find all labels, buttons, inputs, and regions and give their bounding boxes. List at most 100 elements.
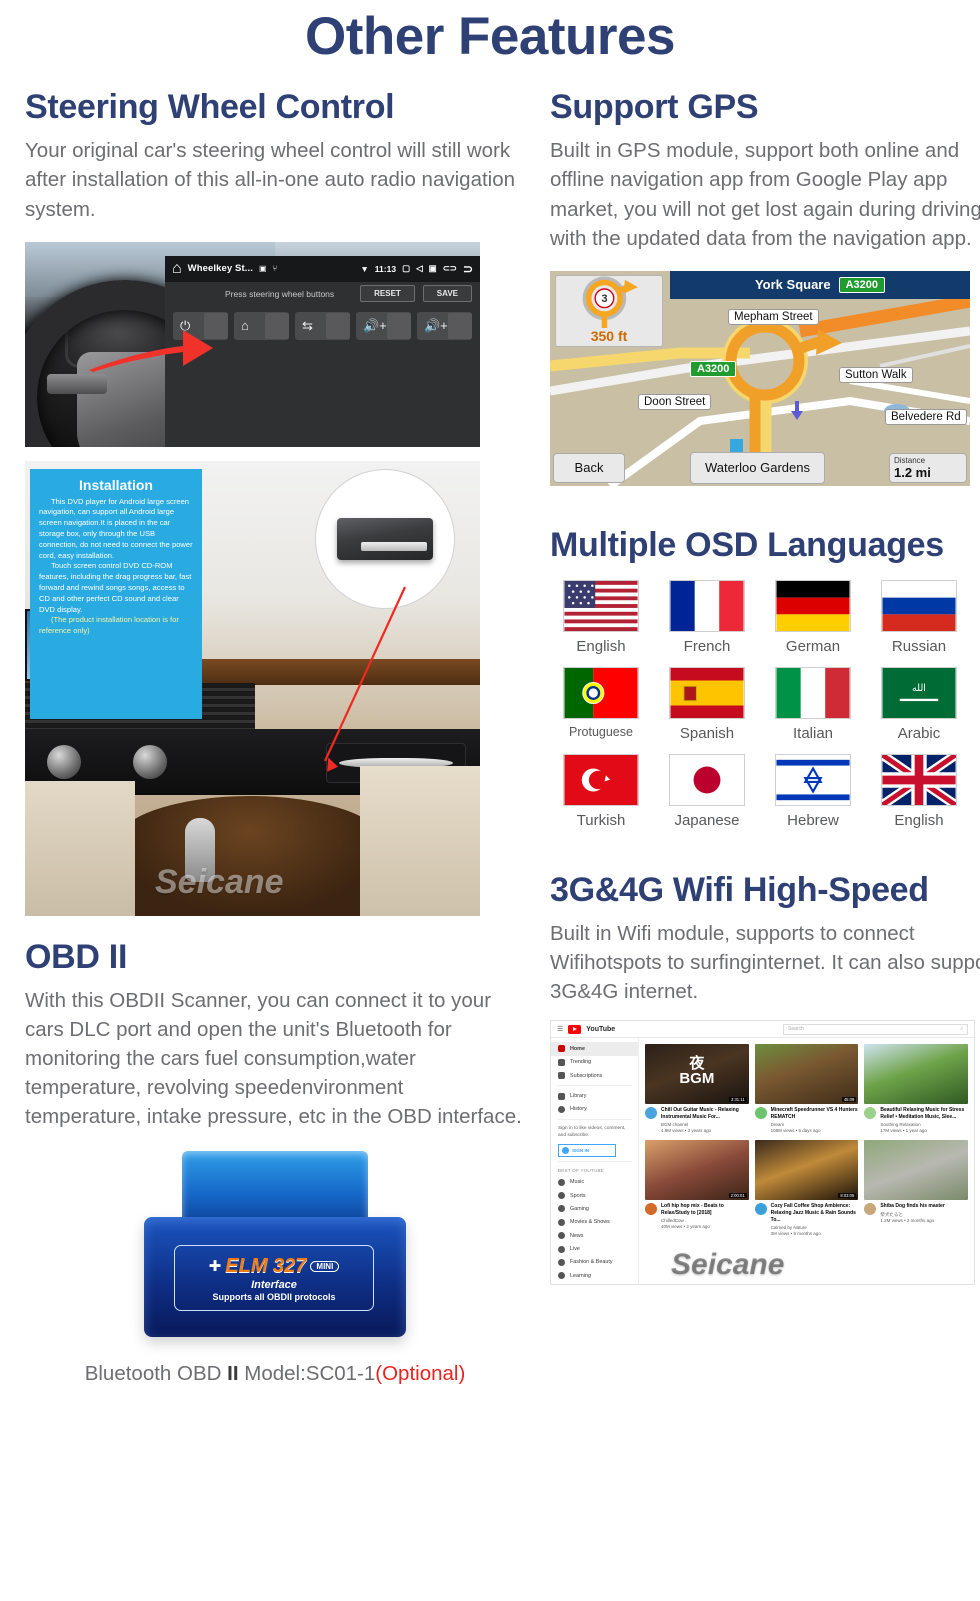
apps-icon[interactable]: ▣ bbox=[429, 263, 437, 274]
home-icon: ⌂ bbox=[241, 318, 249, 334]
channel-avatar bbox=[864, 1203, 877, 1216]
sidebar-item-live[interactable]: Live bbox=[551, 1242, 638, 1255]
sidebar-label: Learning bbox=[570, 1272, 591, 1279]
sidebar-item-gaming[interactable]: Gaming bbox=[551, 1202, 638, 1215]
channel-avatar bbox=[645, 1107, 657, 1120]
home-icon[interactable]: ⌂ bbox=[172, 260, 182, 278]
reset-button[interactable]: RESET bbox=[360, 285, 415, 303]
language-portuguese[interactable]: Protuguese bbox=[550, 666, 652, 742]
video-thumbnail[interactable]: 8:03:05 bbox=[754, 1140, 859, 1201]
language-arabic[interactable]: الله Arabic bbox=[868, 666, 970, 742]
map-header-street: York Square bbox=[754, 277, 831, 293]
key-volume-up[interactable]: 🔊+ bbox=[356, 311, 411, 340]
youtube-video-grid: 夜 BGM 3:31:11 Chill Out Guitar Music - R… bbox=[639, 1038, 974, 1284]
sidebar-item-home[interactable]: Home bbox=[551, 1042, 638, 1056]
video-meta: Lofi hip hop mix - Beats to Relax/Study … bbox=[645, 1203, 749, 1230]
sidebar-label: Library bbox=[570, 1093, 587, 1100]
language-japanese[interactable]: Japanese bbox=[656, 753, 758, 829]
video-duration: 45:09 bbox=[841, 1097, 857, 1103]
language-label: Italian bbox=[792, 724, 834, 742]
sign-in-button[interactable]: SIGN IN bbox=[558, 1144, 616, 1158]
language-label: Russian bbox=[891, 637, 947, 655]
avatar-icon bbox=[562, 1147, 569, 1155]
sidebar-item-library[interactable]: Library bbox=[551, 1089, 638, 1102]
video-card[interactable]: 45:09 Minecraft Speedrunner VS 4 Hunters… bbox=[754, 1044, 859, 1134]
map-distance-card: Distance 1.2 mi bbox=[889, 452, 967, 483]
language-german[interactable]: German bbox=[762, 579, 864, 655]
sidebar-item-history[interactable]: History bbox=[551, 1103, 638, 1116]
search-icon[interactable]: ⌕ bbox=[960, 1026, 963, 1032]
save-button[interactable]: SAVE bbox=[422, 285, 472, 303]
back-icon[interactable]: ⊃ bbox=[463, 262, 473, 276]
flag-es-icon bbox=[669, 666, 745, 719]
sidebar-item-movies[interactable]: Movies & Shows bbox=[551, 1216, 638, 1229]
video-card[interactable]: 夜 BGM 3:31:11 Chill Out Guitar Music - R… bbox=[645, 1044, 749, 1134]
video-thumbnail[interactable]: 45:09 bbox=[754, 1044, 859, 1105]
language-turkish[interactable]: Turkish bbox=[550, 753, 652, 829]
language-english-gb[interactable]: English bbox=[868, 753, 970, 829]
flag-gb-icon bbox=[881, 753, 957, 806]
history-icon bbox=[558, 1105, 565, 1113]
video-card[interactable]: 8:03:05 Cozy Fall Coffee Shop Ambience: … bbox=[754, 1140, 859, 1237]
obd-caption-mark: II bbox=[227, 1362, 239, 1386]
language-label: Spanish bbox=[679, 724, 735, 742]
wifi-icon: ▼ bbox=[360, 263, 369, 274]
gps-body: Built in GPS module, support both online… bbox=[550, 139, 980, 250]
volume-up-icon: 🔊+ bbox=[363, 317, 387, 333]
library-icon bbox=[558, 1092, 565, 1100]
video-thumbnail[interactable] bbox=[864, 1140, 968, 1201]
video-meta: Chill Out Guitar Music - Relaxing Instru… bbox=[645, 1107, 749, 1134]
map-road-badge: A3200 bbox=[690, 360, 737, 377]
feature-obd-ii: OBD II With this OBDII Scanner, you can … bbox=[25, 938, 525, 1387]
video-card[interactable]: 2:00:01 Lofi hip hop mix - Beats to Rela… bbox=[645, 1140, 749, 1237]
video-views: 1.2M views • 2 months ago bbox=[880, 1217, 935, 1223]
sidebar-item-music[interactable]: Music bbox=[551, 1175, 638, 1188]
video-thumbnail[interactable]: 夜 BGM 3:31:11 bbox=[645, 1044, 749, 1105]
video-meta: Cozy Fall Coffee Shop Ambience: Relaxing… bbox=[754, 1203, 859, 1237]
video-card[interactable]: Shiba Dog finds his master 柴犬たると 1.2M vi… bbox=[864, 1140, 968, 1237]
language-english-us[interactable]: English bbox=[550, 579, 652, 655]
movies-icon bbox=[558, 1218, 565, 1226]
screenshot-icon[interactable]: ▢ bbox=[402, 263, 410, 274]
language-spanish[interactable]: Spanish bbox=[656, 666, 758, 742]
video-title: Cozy Fall Coffee Shop Ambience: Relaxing… bbox=[770, 1203, 856, 1223]
video-title: Lofi hip hop mix - Beats to Relax/Study … bbox=[661, 1203, 724, 1217]
sidebar-item-trending[interactable]: Trending bbox=[551, 1056, 638, 1069]
key-back[interactable]: ⇆ bbox=[295, 311, 350, 340]
obd-caption-prefix: Bluetooth OBD bbox=[84, 1362, 228, 1386]
video-title: Beautiful Relaxing Music for Stress Reli… bbox=[880, 1107, 965, 1121]
key-volume-down[interactable]: 🔊+ bbox=[417, 311, 472, 340]
video-thumbnail[interactable]: 2:00:01 bbox=[645, 1140, 749, 1201]
video-duration: 3:31:11 bbox=[728, 1097, 747, 1103]
sidebar-item-subscriptions[interactable]: Subscriptions bbox=[551, 1069, 638, 1082]
sidebar-item-sports[interactable]: Sports bbox=[551, 1189, 638, 1202]
sidebar-item-news[interactable]: News bbox=[551, 1229, 638, 1242]
settings-icon[interactable]: ⊂⊃ bbox=[443, 263, 457, 274]
video-duration: 2:00:01 bbox=[728, 1193, 747, 1199]
video-thumbnail[interactable] bbox=[864, 1044, 968, 1105]
language-french[interactable]: French bbox=[656, 579, 758, 655]
mute-icon[interactable]: ◁ bbox=[416, 263, 423, 274]
video-title: Chill Out Guitar Music - Relaxing Instru… bbox=[661, 1107, 739, 1121]
sign-in-prompt: Sign in to like videos, comment, and sub… bbox=[558, 1126, 626, 1139]
divider bbox=[557, 1161, 632, 1163]
map-back-button[interactable]: Back bbox=[553, 452, 625, 483]
sidebar-item-learning[interactable]: Learning bbox=[551, 1269, 638, 1282]
subscriptions-icon bbox=[558, 1072, 565, 1080]
youtube-search-input[interactable]: Search ⌕ bbox=[783, 1023, 968, 1035]
obd-body: With this OBDII Scanner, you can connect… bbox=[25, 988, 522, 1129]
language-hebrew[interactable]: Hebrew bbox=[762, 753, 864, 829]
map-label-doon-street: Doon Street bbox=[638, 393, 712, 410]
flag-jp-icon bbox=[669, 753, 745, 806]
video-meta: Shiba Dog finds his master 柴犬たると 1.2M vi… bbox=[864, 1203, 968, 1223]
key-home[interactable]: ⌂ bbox=[234, 311, 289, 340]
hamburger-menu-icon[interactable]: ☰ bbox=[557, 1025, 563, 1033]
video-card[interactable]: Beautiful Relaxing Music for Stress Reli… bbox=[864, 1044, 968, 1134]
map-label-belvedere-road: Belvedere Rd bbox=[885, 408, 967, 425]
sidebar-item-fashion[interactable]: Fashion & Beauty bbox=[551, 1256, 638, 1269]
app-title: Wheelkey St... bbox=[187, 263, 253, 275]
language-russian[interactable]: Russian bbox=[868, 579, 970, 655]
usb-icon: ⑂ bbox=[272, 264, 278, 274]
flag-ru-icon bbox=[881, 579, 957, 632]
language-italian[interactable]: Italian bbox=[762, 666, 864, 742]
